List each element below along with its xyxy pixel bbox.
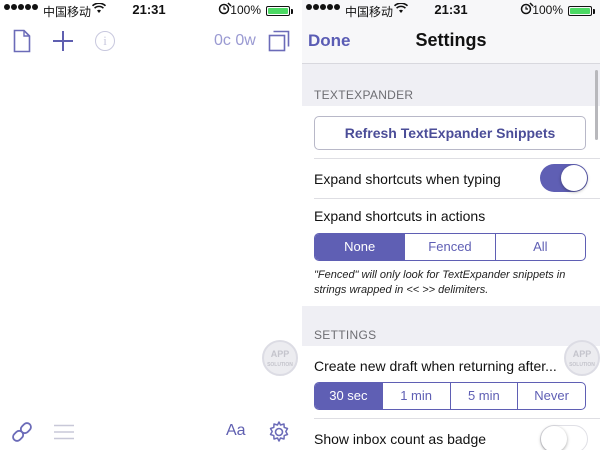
page-title: Settings <box>415 30 487 50</box>
settings-screen: 中国移动 21:31 100% Done Settings TEXTEXPAND… <box>302 0 600 450</box>
info-icon[interactable]: i <box>95 31 115 51</box>
inbox-badge-label: Show inbox count as badge <box>314 431 487 447</box>
watermark-logo: APP SOLUTION <box>262 340 298 376</box>
segment-1-min[interactable]: 1 min <box>381 383 450 409</box>
watermark-logo: APP SOLUTION <box>564 340 600 376</box>
inbox-badge-toggle[interactable] <box>540 425 588 450</box>
expand-typing-toggle[interactable] <box>540 164 588 192</box>
section-header-textexpander: TEXTEXPANDER <box>314 88 414 102</box>
new-draft-label: Create new draft when returning after... <box>314 358 557 374</box>
editor-screen: 中国移动 21:31 100% i 0c 0w APP SOLUTION Aa <box>0 0 298 450</box>
expand-actions-label: Expand shortcuts in actions <box>314 208 486 224</box>
segment-never[interactable]: Never <box>517 383 585 409</box>
word-count: 0c 0w <box>214 32 256 49</box>
battery-icon <box>568 6 595 16</box>
watermark-line2: SOLUTION <box>267 362 293 368</box>
section-header-settings: SETTINGS <box>314 328 377 342</box>
document-icon[interactable] <box>13 29 31 58</box>
status-bar: 中国移动 21:31 100% <box>302 0 600 20</box>
hamburger-menu-icon[interactable] <box>54 424 74 445</box>
row-divider <box>314 418 600 419</box>
expand-typing-label: Expand shortcuts when typing <box>314 171 501 187</box>
expand-actions-segmented-control: None Fenced All <box>314 233 586 261</box>
gear-icon[interactable] <box>267 420 291 449</box>
scrollbar[interactable] <box>595 70 598 140</box>
refresh-snippets-button[interactable]: Refresh TextExpander Snippets <box>314 116 586 150</box>
battery-percentage: 100% <box>532 3 563 17</box>
battery-icon <box>266 6 293 16</box>
watermark-line1: APP <box>270 349 290 359</box>
watermark-line2: SOLUTION <box>569 362 595 368</box>
link-icon[interactable] <box>10 421 34 448</box>
font-size-icon[interactable]: Aa <box>226 422 246 440</box>
row-divider <box>314 158 600 159</box>
status-bar: 中国移动 21:31 100% <box>0 0 298 20</box>
battery-percentage: 100% <box>230 3 261 17</box>
segment-5-min[interactable]: 5 min <box>449 383 518 409</box>
segment-30-sec[interactable]: 30 sec <box>315 383 382 409</box>
toggle-knob <box>541 426 567 450</box>
new-draft-segmented-control: 30 sec 1 min 5 min Never <box>314 382 586 410</box>
segment-all[interactable]: All <box>494 234 585 260</box>
row-divider <box>314 198 600 199</box>
navigation-bar: Done Settings <box>302 20 600 64</box>
toggle-knob <box>561 165 587 191</box>
watermark-line1: APP <box>572 349 592 359</box>
segment-none[interactable]: None <box>315 234 405 260</box>
segment-fenced[interactable]: Fenced <box>404 234 494 260</box>
expand-icon[interactable] <box>268 30 290 57</box>
plus-icon[interactable] <box>52 30 74 57</box>
fenced-footnote: "Fenced" will only look for TextExpander… <box>314 269 566 296</box>
